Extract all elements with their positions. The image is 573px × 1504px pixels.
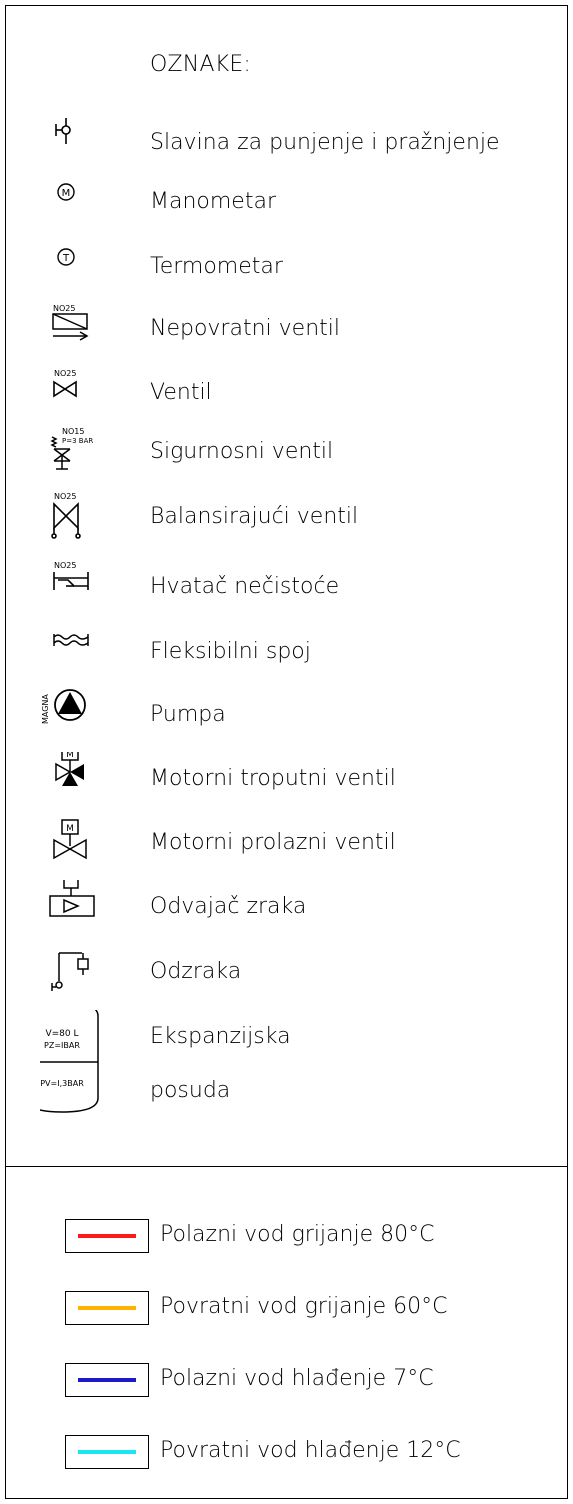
legend-label: Sigurnosni ventil [150,439,334,464]
legend-label: Manometar [150,189,276,214]
flexible-joint-icon [53,634,89,646]
legend-title: OZNAKE: [150,52,252,77]
strainer-icon: NO25 [53,561,89,590]
section-divider [5,1166,568,1167]
pipe-label: Polazni vod hlađenje 7°C [160,1366,434,1391]
legend-item-balancing-valve: NO25 Balansirajući ventil [0,490,573,550]
pipe-line [78,1234,136,1238]
legend-item-manometer: M Manometar [0,175,573,235]
pipe-label: Povratni vod hlađenje 12°C [160,1438,461,1463]
motorized-three-way-valve-icon: M [55,752,84,786]
legend-label: Motorni troputni ventil [150,766,396,791]
pipe-legend-return-heating: Povratni vod grijanje 60°C [0,1291,573,1331]
pipe-legend-supply-cooling: Polazni vod hlađenje 7°C [0,1363,573,1403]
thermometer-icon: T [57,248,75,266]
symbol-text: NO25 [53,304,75,313]
motorized-two-way-valve-icon: M [53,819,87,860]
legend-item-air-vent: Odzraka [0,945,573,1005]
air-vent-icon [51,952,89,991]
legend-label: Hvatač nečistoće [150,574,340,599]
legend-item-safety-valve: NO15 P=3 BAR Sigurnosni ventil [0,425,573,485]
legend-label: Slavina za punjenje i pražnjenje [150,130,500,155]
legend-item-two-way-valve: M Motorni prolazni ventil [0,816,573,876]
pipe-label: Polazni vod grijanje 80°C [160,1222,435,1247]
symbol-text: M [66,752,74,760]
legend-item-air-separator: Odvajač zraka [0,880,573,940]
pipe-swatch [65,1291,149,1325]
pipe-line [78,1378,136,1382]
pipe-legend-return-cooling: Povratni vod hlađenje 12°C [0,1435,573,1475]
legend-label: Termometar [150,254,283,279]
legend-item-thermometer: T Termometar [0,240,573,300]
legend-item-flexible-joint: Fleksibilni spoj [0,625,573,685]
pipe-legend-supply-heating: Polazni vod grijanje 80°C [0,1219,573,1259]
balancing-valve-icon: NO25 [51,492,81,539]
symbol-text: NO25 [54,492,76,501]
legend-label: Odzraka [150,959,242,984]
pipe-line [78,1450,136,1454]
symbol-text: PZ=IBAR [44,1041,80,1050]
gate-valve-icon: NO25 [53,369,77,398]
safety-valve-icon: NO15 P=3 BAR [50,427,93,470]
legend-label: Ekspanzijska [150,1024,291,1049]
legend-label: Odvajač zraka [150,894,307,919]
legend-item-filling-valve: Slavina za punjenje i pražnjenje [0,116,573,176]
pipe-line [78,1306,136,1310]
expansion-vessel-icon: V=80 L PZ=IBAR PV=I,3BAR [40,1010,99,1113]
legend-item-three-way-valve: M Motorni troputni ventil [0,752,573,812]
symbol-text: M [66,824,74,834]
air-separator-icon [49,880,95,917]
symbol-text: NO25 [54,561,76,570]
check-valve-icon: NO25 [52,304,89,341]
pressure-gauge-icon: M [57,183,75,201]
symbol-text: NO15 [62,427,84,436]
legend-item-valve: NO25 Ventil [0,366,573,426]
legend-label: Ventil [150,380,212,405]
legend-label: Pumpa [150,702,226,727]
legend-label: Fleksibilni spoj [150,639,311,664]
legend-item-check-valve: NO25 Nepovratni ventil [0,302,573,362]
symbol-text: T [62,253,70,264]
legend-item-expansion-vessel: V=80 L PZ=IBAR PV=I,3BAR Ekspanzijska po… [0,1010,573,1120]
symbol-subtext: P=3 BAR [62,437,93,445]
legend-item-strainer: NO25 Hvatač nečistoće [0,560,573,620]
symbol-text: NO25 [54,369,76,378]
legend-label: Balansirajući ventil [150,504,359,529]
symbol-text: V=80 L [45,1029,78,1039]
legend-label: Nepovratni ventil [150,316,340,341]
legend-item-pump: MAGNA Pumpa [0,688,573,748]
symbol-text: M [62,188,71,199]
pipe-swatch [65,1363,149,1397]
legend-label: Motorni prolazni ventil [150,830,396,855]
filling-draining-valve-icon [55,118,71,144]
symbol-text: MAGNA [41,694,50,724]
pipe-swatch [65,1219,149,1253]
symbol-text: PV=I,3BAR [40,1079,84,1088]
pump-icon: MAGNA [41,689,86,724]
legend-label-2: posuda [150,1078,231,1103]
pipe-swatch [65,1435,149,1469]
pipe-label: Povratni vod grijanje 60°C [160,1294,448,1319]
